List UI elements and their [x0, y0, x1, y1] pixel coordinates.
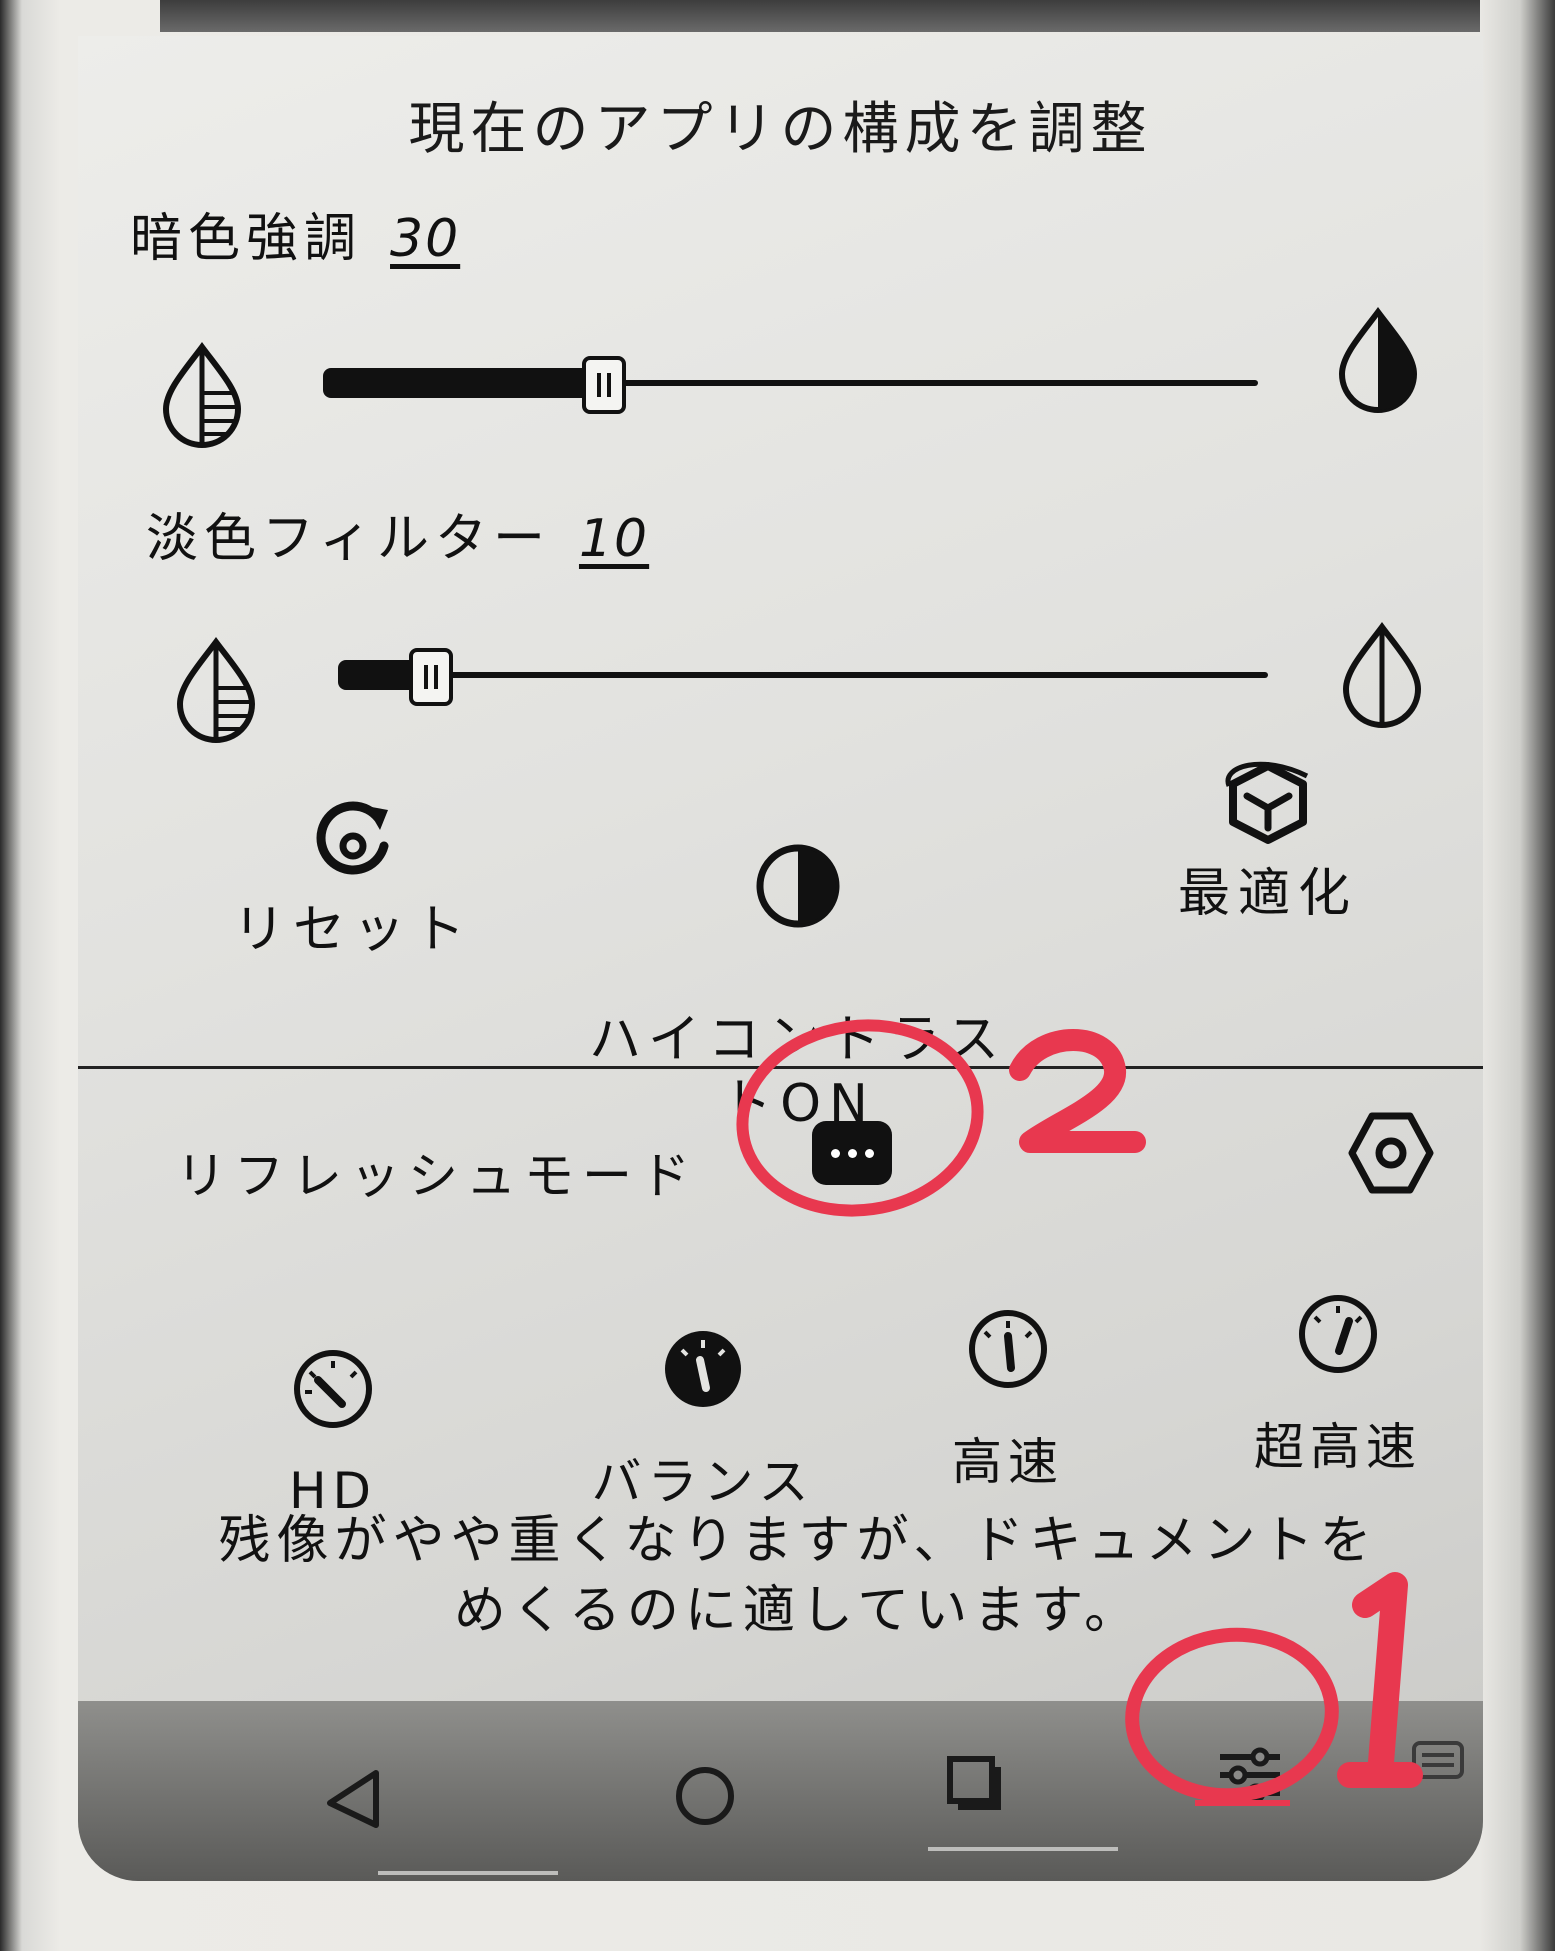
refresh-mode-description: 残像がやや重くなりますが、ドキュメントを めくるのに適しています。 [218, 1511, 1378, 1641]
light-filter-value: 10 [578, 509, 650, 569]
recent-apps-icon[interactable] [940, 1749, 1010, 1819]
contrast-icon [756, 844, 840, 928]
nav-indicator [378, 1871, 558, 1875]
mode-hd[interactable]: HD [263, 1346, 403, 1520]
dark-enhance-slider-thumb[interactable] [582, 356, 626, 414]
optimize-button[interactable]: 最適化 [1158, 756, 1378, 926]
drop-striped-icon[interactable] [160, 341, 244, 451]
panel-title: 現在のアプリの構成を調整 [408, 97, 1153, 162]
keyboard-icon[interactable] [1408, 1731, 1468, 1791]
drop-striped-icon[interactable] [174, 636, 258, 746]
more-dot-icon [864, 1148, 874, 1158]
drop-outline-icon[interactable] [1340, 621, 1424, 731]
nav-indicator [928, 1847, 1118, 1851]
more-dot-icon [830, 1148, 840, 1158]
light-filter-label: 淡色フィルター 10 [146, 496, 649, 571]
more-options-button[interactable] [812, 1121, 892, 1185]
more-dot-icon [847, 1148, 857, 1158]
navigation-bar [78, 1701, 1483, 1881]
back-triangle-icon[interactable] [318, 1763, 388, 1833]
light-filter-slider-track[interactable] [338, 672, 1268, 678]
drop-half-filled-icon[interactable] [1336, 306, 1420, 416]
gauge-icon [294, 1350, 372, 1428]
high-contrast-button[interactable]: ハイコントラス トON [588, 776, 1008, 1136]
dark-enhance-label-text: 暗色強調 [130, 209, 363, 269]
mode-fast-label: 高速 [952, 1433, 1064, 1491]
reset-button[interactable]: リセット [208, 796, 498, 962]
device-top-edge [160, 0, 1480, 32]
gauge-filled-icon [665, 1331, 741, 1407]
gauge-icon [969, 1310, 1047, 1388]
refresh-mode-label: リフレッシュモード [176, 1147, 698, 1205]
reset-label: リセット [232, 900, 473, 960]
mode-balance-selected[interactable]: バランス [533, 1326, 873, 1514]
high-contrast-label: ハイコントラス トON [589, 1010, 1007, 1134]
light-filter-slider[interactable] [338, 648, 1268, 706]
light-filter-label-text: 淡色フィルター [146, 509, 551, 569]
dark-enhance-slider[interactable] [323, 356, 1258, 414]
mode-ultra-fast-label: 超高速 [1254, 1418, 1422, 1476]
settings-hexagon-icon[interactable] [1346, 1108, 1436, 1198]
mode-fast[interactable]: 高速 [928, 1306, 1088, 1494]
eink-screen: 現在のアプリの構成を調整 暗色強調 30 淡色フィルター 10 リセット ハイコ… [78, 36, 1483, 1881]
mode-ultra-fast[interactable]: 超高速 [1228, 1291, 1448, 1479]
optimize-cube-icon [1225, 761, 1309, 844]
light-filter-slider-thumb[interactable] [409, 648, 453, 706]
dark-enhance-label: 暗色強調 30 [130, 196, 460, 271]
reset-icon [316, 801, 389, 875]
device-frame: 現在のアプリの構成を調整 暗色強調 30 淡色フィルター 10 リセット ハイコ… [0, 0, 1555, 1951]
section-divider [78, 1066, 1483, 1069]
dark-enhance-slider-fill [323, 368, 604, 398]
eink-settings-sliders-icon[interactable] [1210, 1735, 1290, 1815]
optimize-label: 最適化 [1177, 864, 1358, 924]
home-circle-icon[interactable] [670, 1761, 740, 1831]
mode-balance-label: バランス [591, 1453, 815, 1511]
gauge-icon [1299, 1295, 1377, 1373]
dark-enhance-value: 30 [390, 209, 461, 269]
